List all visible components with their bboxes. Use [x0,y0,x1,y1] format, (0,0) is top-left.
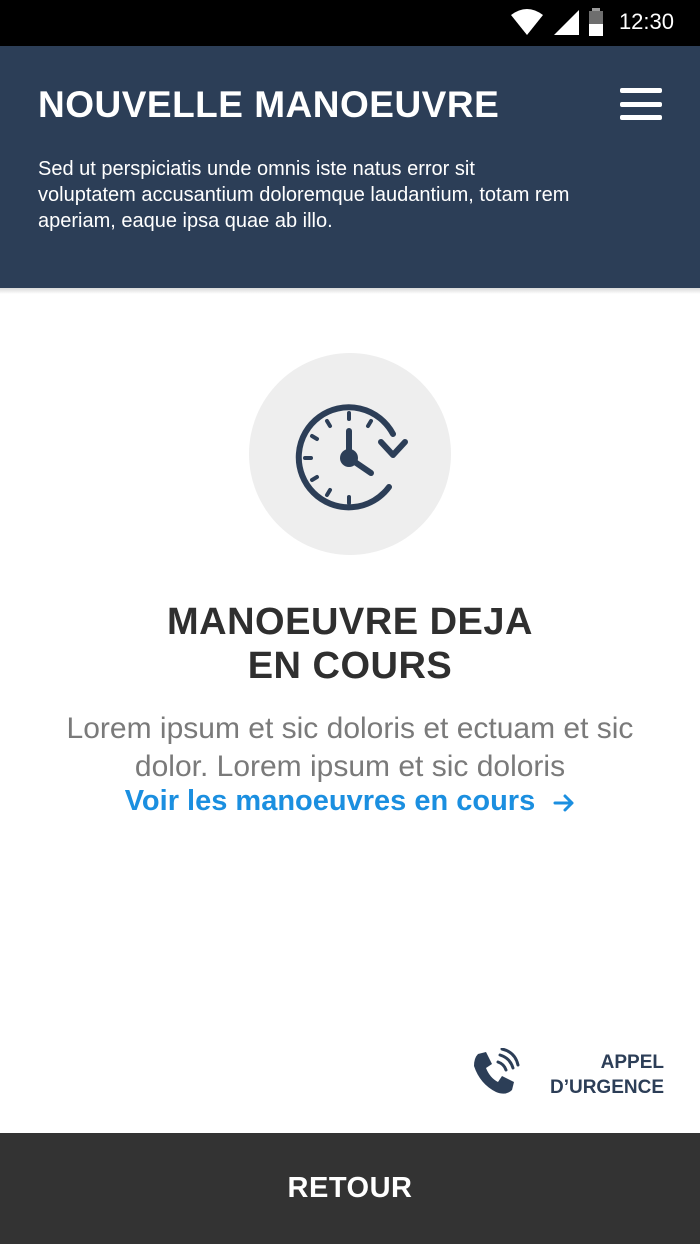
battery-icon [588,7,604,41]
main-title-line2: EN COURS [247,645,453,687]
status-bar: 12:30 [0,0,700,46]
header-description: Sed ut perspiciatis unde omnis iste natu… [38,158,570,232]
emergency-label[interactable]: APPEL D’URGENCE [550,1050,664,1100]
hamburger-menu-icon[interactable] [618,86,664,122]
emergency-label-line2[interactable]: D’URGENCE [550,1075,664,1100]
emergency-call-button[interactable]: APPEL D’URGENCE [470,1046,670,1102]
emergency-label-line1[interactable]: APPEL [550,1050,664,1075]
wifi-icon [510,8,544,40]
phone-ringing-icon[interactable] [470,1047,520,1103]
link-label[interactable]: Voir les manoeuvres en cours [125,785,535,817]
status-time: 12:30 [618,9,674,34]
main-description: Lorem ipsum et sic doloris et ectuam et … [66,712,634,783]
page-title: NOUVELLE MANOEUVRE [38,84,500,125]
back-button[interactable]: RETOUR [0,1133,700,1244]
cell-signal-icon [552,9,580,40]
status-icons [510,7,604,41]
arrow-right-icon[interactable] [553,789,575,822]
main-title-line1: MANOEUVRE DEJA [167,601,533,643]
see-ongoing-maneuvers-link[interactable]: Voir les manoeuvres en cours [0,785,700,822]
back-button-label[interactable]: RETOUR [288,1172,413,1205]
clock-rotate-icon [295,404,408,511]
header: NOUVELLE MANOEUVRE Sed ut perspiciatis u… [0,46,700,288]
main-title: MANOEUVRE DEJA EN COURS [0,600,700,688]
header-shadow [0,288,700,294]
status-illustration [249,353,451,555]
